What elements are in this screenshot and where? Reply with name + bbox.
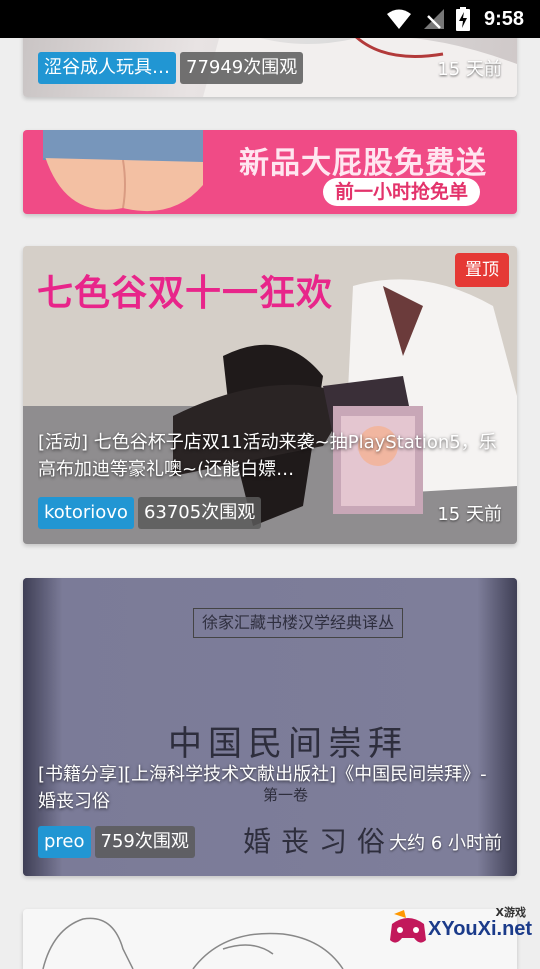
view-count-badge: 63705次围观 (137, 497, 262, 529)
view-count-badge: 77949次围观 (180, 52, 304, 84)
post-time: 大约 6 小时前 (389, 833, 502, 854)
author-tag[interactable]: preo (38, 826, 91, 858)
post-time: 15 天前 (437, 504, 502, 525)
banner-subtitle: 前一小时抢免单 (323, 178, 481, 206)
battery-charging-icon (455, 7, 470, 31)
book-series-label: 徐家汇藏书楼汉学经典译丛 (193, 608, 404, 638)
status-bar: 9:58 (0, 0, 540, 38)
gamepad-logo-icon (390, 910, 426, 943)
book-title: 中国民间崇拜 (168, 724, 408, 764)
banner-title: 新品大屁股免费送 (239, 146, 487, 181)
site-watermark: X游戏 XYouXi.net (382, 904, 532, 958)
event-overlay-title: 七色谷双十一狂欢 (37, 273, 334, 314)
view-count-badge: 759次围观 (94, 826, 195, 858)
post-card[interactable]: 七色谷双十一狂欢 置顶 [活动] 七色谷杯子店双11活动来袭~抽PlayStat… (23, 246, 517, 544)
post-card[interactable]: 徐家汇藏书楼汉学经典译丛 中国民间崇拜 第一卷 婚丧习俗 [书籍分享][上海科学… (23, 578, 517, 876)
pinned-badge: 置顶 (455, 253, 509, 287)
status-time: 9:58 (483, 7, 524, 30)
watermark-brand: XYouXi.net (428, 918, 533, 940)
wifi-icon (386, 9, 411, 29)
banner-ad[interactable]: 新品大屁股免费送 前一小时抢免单 (23, 130, 517, 214)
banner-illustration (43, 130, 203, 212)
author-tag[interactable]: 涩谷成人玩具… (38, 52, 176, 84)
author-tag[interactable]: kotoriovo (38, 497, 134, 529)
post-time: 15 天前 (437, 59, 502, 80)
post-caption: [活动] 七色谷杯子店双11活动来袭~抽PlayStation5，乐高布加迪等豪… (38, 432, 497, 480)
no-signal-icon (423, 9, 444, 29)
post-caption: [书籍分享][上海科学技术文献出版社]《中国民间崇拜》- 婚丧习俗 (38, 764, 487, 812)
